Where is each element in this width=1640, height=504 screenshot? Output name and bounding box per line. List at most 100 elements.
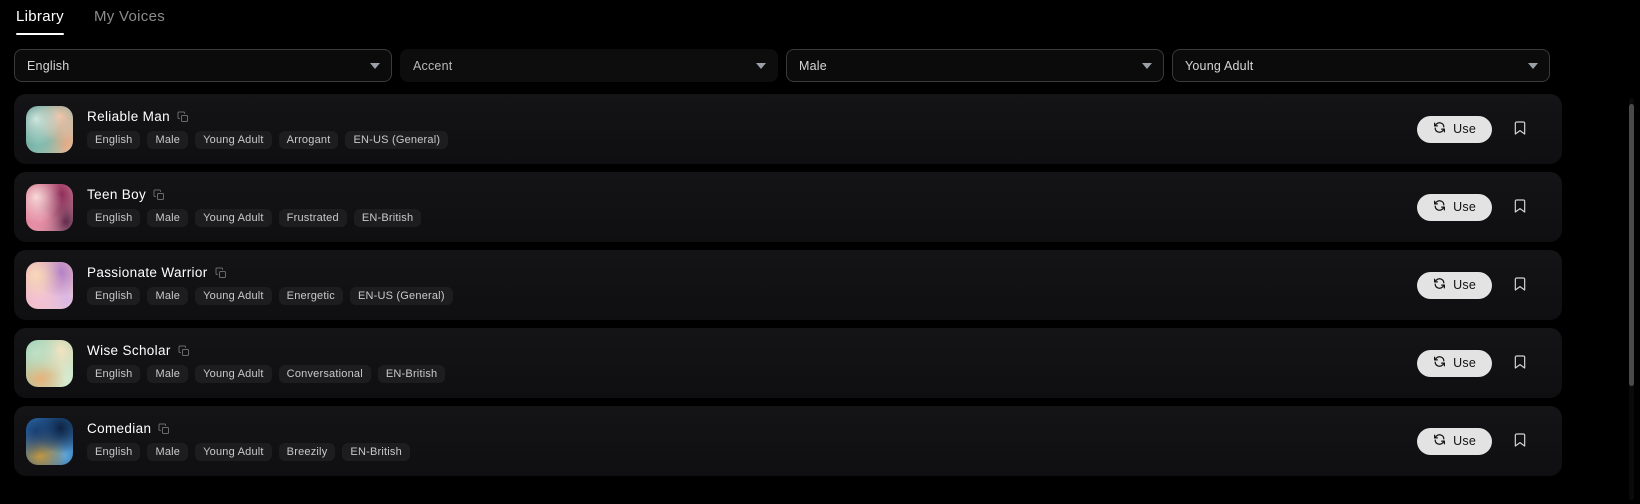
voice-name: Passionate Warrior xyxy=(87,265,208,280)
age-filter-select[interactable]: Young Adult xyxy=(1172,49,1550,82)
chevron-down-icon xyxy=(1142,62,1152,69)
voice-tag-list: English Male Young Adult Breezily EN-British xyxy=(87,443,1417,461)
copy-icon[interactable] xyxy=(215,267,227,279)
bookmark-icon xyxy=(1512,353,1528,374)
voice-name: Reliable Man xyxy=(87,109,170,124)
accent-filter-select[interactable]: Accent xyxy=(400,49,778,82)
use-button-label: Use xyxy=(1453,122,1476,136)
voice-name-row: Teen Boy xyxy=(87,187,1417,202)
voice-tag: EN-British xyxy=(353,209,422,227)
voice-card[interactable]: Wise Scholar English Male Young Adult Conver… xyxy=(14,328,1562,398)
voice-tag: EN-US (General) xyxy=(349,287,453,305)
voice-tag: Young Adult xyxy=(195,365,272,383)
filter-bar: English Accent Male Young Adult xyxy=(14,49,1562,82)
voice-avatar xyxy=(26,261,73,309)
refresh-icon xyxy=(1433,277,1446,293)
voice-tag: EN-British xyxy=(377,365,446,383)
tab-my-voices-label: My Voices xyxy=(93,7,166,25)
copy-icon[interactable] xyxy=(158,423,170,435)
voice-tag: Male xyxy=(147,287,189,305)
refresh-icon xyxy=(1433,199,1446,215)
voice-card[interactable]: Passionate Warrior English Male Young Adult… xyxy=(14,250,1562,320)
voice-tag: English xyxy=(87,131,141,149)
bookmark-button[interactable] xyxy=(1510,273,1530,298)
voice-actions: Use xyxy=(1417,193,1550,221)
refresh-icon xyxy=(1433,355,1446,371)
voice-tag: English xyxy=(87,365,141,383)
tab-bar: Library My Voices xyxy=(14,0,167,38)
tab-library[interactable]: Library xyxy=(14,4,66,35)
bookmark-icon xyxy=(1512,275,1528,296)
copy-icon[interactable] xyxy=(153,189,165,201)
voice-list: Reliable Man English Male Young Adult Arroga… xyxy=(14,94,1562,504)
voice-tag: Conversational xyxy=(278,365,371,383)
tab-active-underline xyxy=(16,32,64,35)
voice-tag: Breezily xyxy=(278,443,336,461)
bookmark-button[interactable] xyxy=(1510,195,1530,220)
voice-tag: Male xyxy=(147,209,189,227)
voice-actions: Use xyxy=(1417,115,1550,143)
bookmark-button[interactable] xyxy=(1510,117,1530,142)
tab-library-label: Library xyxy=(16,7,64,25)
bookmark-button[interactable] xyxy=(1510,429,1530,454)
refresh-icon xyxy=(1433,433,1446,449)
voice-list-scrollbar-thumb[interactable] xyxy=(1629,104,1634,386)
bookmark-button[interactable] xyxy=(1510,351,1530,376)
voice-actions: Use xyxy=(1417,271,1550,299)
copy-icon[interactable] xyxy=(177,111,189,123)
voice-avatar xyxy=(26,105,73,153)
voice-actions: Use xyxy=(1417,427,1550,455)
voice-card[interactable]: Reliable Man English Male Young Adult Arroga… xyxy=(14,94,1562,164)
voice-tag-list: English Male Young Adult Conversational EN-B… xyxy=(87,365,1417,383)
voice-meta: Passionate Warrior English Male Young Adult… xyxy=(87,265,1417,305)
voice-library-app: Library My Voices English Accent Male Yo… xyxy=(0,0,1640,504)
voice-tag: Young Adult xyxy=(195,131,272,149)
age-filter-value: Young Adult xyxy=(1185,58,1254,73)
voice-meta: Reliable Man English Male Young Adult Arroga… xyxy=(87,109,1417,149)
language-filter-select[interactable]: English xyxy=(14,49,392,82)
voice-avatar xyxy=(26,417,73,465)
voice-name-row: Reliable Man xyxy=(87,109,1417,124)
voice-tag: Young Adult xyxy=(195,287,272,305)
tab-my-voices[interactable]: My Voices xyxy=(92,4,167,35)
voice-tag: Male xyxy=(147,365,189,383)
voice-name-row: Comedian xyxy=(87,421,1417,436)
voice-avatar xyxy=(26,183,73,231)
bookmark-icon xyxy=(1512,197,1528,218)
refresh-icon xyxy=(1433,121,1446,137)
voice-meta: Wise Scholar English Male Young Adult Conver… xyxy=(87,343,1417,383)
bookmark-icon xyxy=(1512,431,1528,452)
voice-name: Comedian xyxy=(87,421,152,436)
use-voice-button[interactable]: Use xyxy=(1417,115,1492,143)
voice-meta: Comedian English Male Young Adult Breezily EN… xyxy=(87,421,1417,461)
voice-actions: Use xyxy=(1417,349,1550,377)
bookmark-icon xyxy=(1512,119,1528,140)
voice-tag-list: English Male Young Adult Energetic EN-US (Ge… xyxy=(87,287,1417,305)
accent-filter-value: Accent xyxy=(413,58,453,73)
gender-filter-value: Male xyxy=(799,58,827,73)
use-button-label: Use xyxy=(1453,278,1476,292)
voice-tag: Energetic xyxy=(278,287,343,305)
voice-meta: Teen Boy English Male Young Adult Frustrated… xyxy=(87,187,1417,227)
voice-tag: Male xyxy=(147,131,189,149)
use-voice-button[interactable]: Use xyxy=(1417,193,1492,221)
voice-tag: EN-British xyxy=(342,443,410,461)
voice-card[interactable]: Comedian English Male Young Adult Breezily EN… xyxy=(14,406,1562,476)
voice-card[interactable]: Teen Boy English Male Young Adult Frustrated… xyxy=(14,172,1562,242)
use-voice-button[interactable]: Use xyxy=(1417,427,1492,455)
voice-tag: English xyxy=(87,209,141,227)
chevron-down-icon xyxy=(756,62,766,69)
voice-tag-list: English Male Young Adult Arrogant EN-US (Gen… xyxy=(87,131,1417,149)
use-button-label: Use xyxy=(1453,356,1476,370)
voice-tag: Male xyxy=(147,443,189,461)
copy-icon[interactable] xyxy=(178,345,190,357)
voice-name-row: Wise Scholar xyxy=(87,343,1417,358)
use-voice-button[interactable]: Use xyxy=(1417,271,1492,299)
voice-tag: EN-US (General) xyxy=(345,131,449,149)
voice-tag: English xyxy=(87,287,141,305)
voice-avatar xyxy=(26,339,73,387)
gender-filter-select[interactable]: Male xyxy=(786,49,1164,82)
use-button-label: Use xyxy=(1453,434,1476,448)
language-filter-value: English xyxy=(27,58,70,73)
use-voice-button[interactable]: Use xyxy=(1417,349,1492,377)
